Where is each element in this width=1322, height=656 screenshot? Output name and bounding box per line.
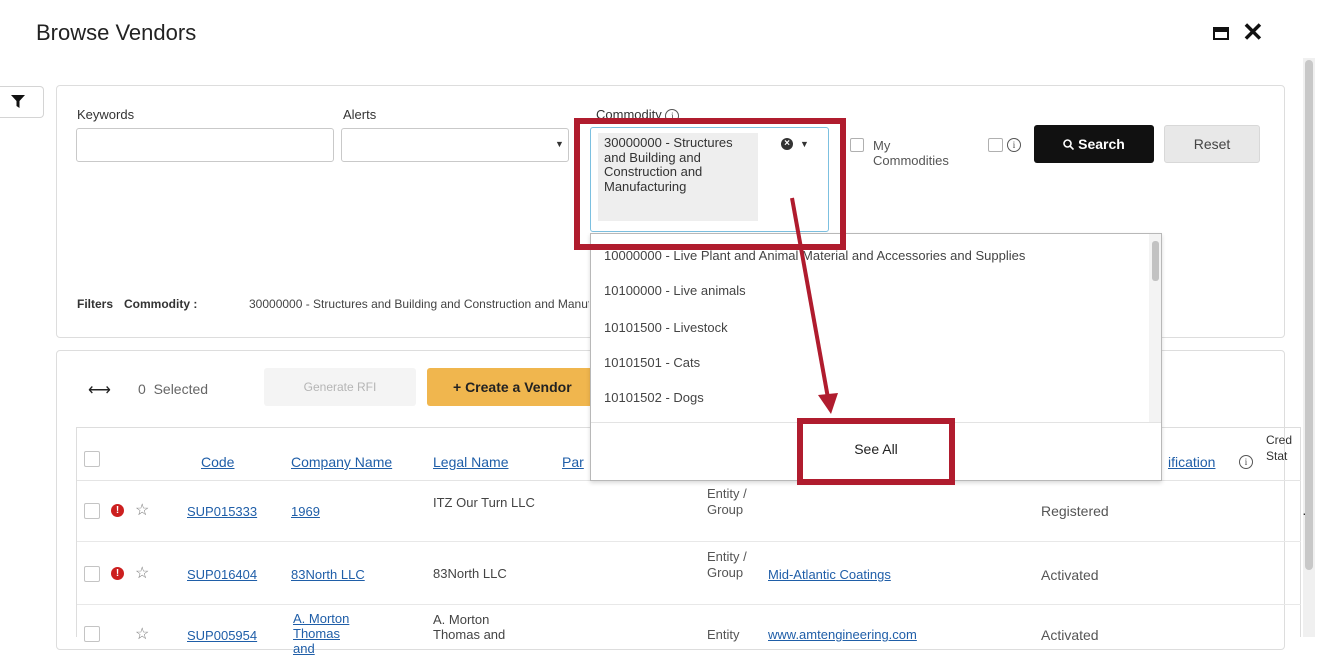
vendor-type: Entity / Group <box>707 549 747 580</box>
star-icon[interactable]: ☆ <box>135 624 149 644</box>
page-title: Browse Vendors <box>36 20 197 45</box>
vendor-code-link[interactable]: SUP016404 <box>187 567 257 582</box>
commodity-option[interactable]: 10101500 - Livestock <box>604 320 728 335</box>
row-checkbox[interactable] <box>84 503 100 519</box>
column-header-legal-name[interactable]: Legal Name <box>433 454 509 470</box>
legal-name: ITZ Our Turn LLC <box>433 495 535 510</box>
select-all-checkbox[interactable] <box>84 451 100 467</box>
filters-commodity-label: Commodity : <box>124 297 198 311</box>
company-name-link[interactable]: 83North LLC <box>291 567 365 582</box>
vendor-type: Entity <box>707 627 740 642</box>
filter-icon <box>11 95 25 108</box>
cred-status-line-1: Cred <box>1266 433 1293 447</box>
star-icon[interactable]: ☆ <box>135 500 149 520</box>
commodity-option[interactable]: 10101502 - Dogs <box>604 390 704 405</box>
legal-name: A. Morton Thomas and <box>433 612 506 642</box>
chevron-down-icon[interactable]: ▼ <box>555 139 564 149</box>
alert-icon[interactable]: ! <box>111 504 124 517</box>
my-commodities-checkbox[interactable] <box>850 138 864 152</box>
close-icon[interactable]: ✕ <box>1242 17 1264 47</box>
search-button[interactable]: Search <box>1034 125 1154 163</box>
row-checkbox[interactable] <box>84 566 100 582</box>
vendor-code-link[interactable]: SUP015333 <box>187 504 257 519</box>
my-commodities-label: My Commodities <box>873 138 949 168</box>
commodity-option[interactable]: 10000000 - Live Plant and Animal Materia… <box>604 248 1149 263</box>
row-checkbox[interactable] <box>84 626 100 642</box>
annotation-highlight-commodity <box>574 118 846 250</box>
generate-rfi-button[interactable]: Generate RFI <box>264 368 416 406</box>
column-header-parent[interactable]: Par <box>562 454 584 470</box>
column-header-cred-status[interactable]: Cred Stat <box>1266 432 1292 464</box>
keywords-label: Keywords <box>77 107 135 122</box>
search-button-label: Search <box>1078 136 1125 152</box>
annotation-highlight-see-all <box>797 418 955 485</box>
alerts-label: Alerts <box>343 107 377 122</box>
page-scrollbar-thumb[interactable] <box>1305 60 1313 570</box>
star-icon[interactable]: ☆ <box>135 563 149 583</box>
status-text: Activated <box>1041 627 1099 643</box>
reset-button[interactable]: Reset <box>1164 125 1260 163</box>
filters-label: Filters <box>77 297 114 311</box>
row-divider <box>77 541 1301 542</box>
selected-count: 0 Selected <box>138 381 209 397</box>
status-text: Registered <box>1041 503 1109 519</box>
create-vendor-button[interactable]: + Create a Vendor <box>427 368 593 406</box>
maximize-icon[interactable] <box>1213 27 1229 40</box>
parent-link[interactable]: Mid-Atlantic Coatings <box>768 567 891 582</box>
filter-toggle-button[interactable] <box>0 86 44 118</box>
company-name-link[interactable]: 1969 <box>291 504 320 519</box>
company-name-link[interactable]: A. Morton Thomas and <box>293 611 363 656</box>
option-checkbox[interactable] <box>988 138 1003 152</box>
row-overflow-mark: · <box>1302 505 1307 521</box>
row-divider <box>77 604 1301 605</box>
keywords-input[interactable] <box>76 128 334 162</box>
vendor-code-link[interactable]: SUP005954 <box>187 628 257 643</box>
column-header-certification[interactable]: ification <box>1168 454 1215 470</box>
filters-commodity-value: 30000000 - Structures and Building and C… <box>249 297 589 311</box>
parent-link[interactable]: www.amtengineering.com <box>768 627 917 642</box>
column-header-code[interactable]: Code <box>201 454 234 470</box>
dropdown-scrollbar-thumb[interactable] <box>1152 241 1159 281</box>
expand-arrows-icon[interactable]: ⟷ <box>88 380 111 400</box>
column-header-company-name[interactable]: Company Name <box>291 454 392 470</box>
alerts-select[interactable] <box>341 128 569 162</box>
info-icon[interactable]: i <box>1007 138 1021 152</box>
search-icon <box>1063 139 1075 151</box>
vendor-type: Entity / Group <box>707 486 747 517</box>
cred-status-line-2: Stat <box>1266 449 1288 463</box>
info-icon[interactable]: i <box>1239 455 1253 469</box>
alert-icon[interactable]: ! <box>111 567 124 580</box>
status-text: Activated <box>1041 567 1099 583</box>
commodity-option[interactable]: 10100000 - Live animals <box>604 283 746 298</box>
legal-name: 83North LLC <box>433 566 507 581</box>
commodity-option[interactable]: 10101501 - Cats <box>604 355 700 370</box>
